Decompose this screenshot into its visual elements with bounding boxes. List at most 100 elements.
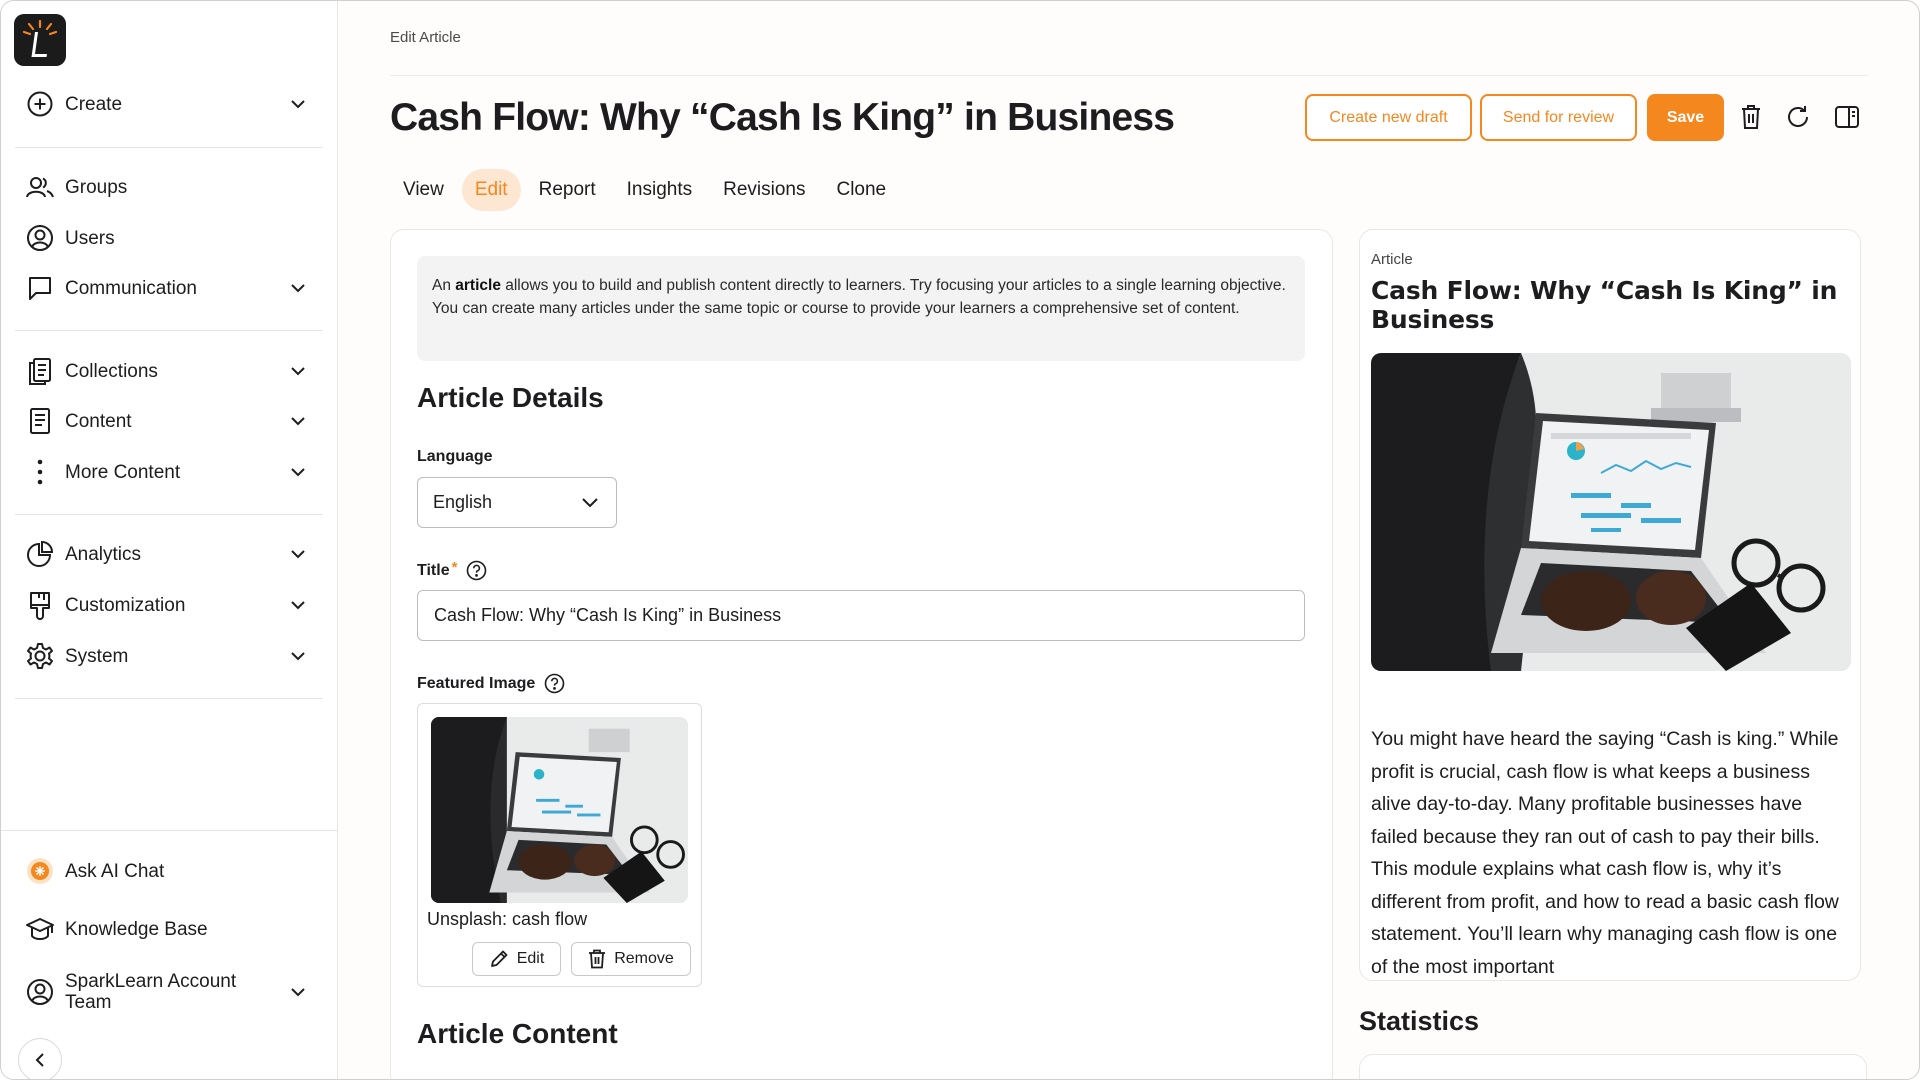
sidebar-divider: [15, 330, 323, 331]
chevron-down-icon: [287, 543, 309, 565]
language-select[interactable]: English: [417, 477, 617, 528]
article-content-heading: Article Content: [417, 1018, 618, 1049]
breadcrumb: Edit Article: [390, 29, 461, 46]
tab-clone[interactable]: Clone: [823, 169, 899, 211]
edit-image-button[interactable]: Edit: [472, 942, 561, 976]
sidebar-item-communication[interactable]: Communication: [15, 266, 319, 310]
sidebar-item-label: Analytics: [65, 543, 142, 565]
account-icon: [25, 977, 55, 1007]
featured-image-label-text: Featured Image: [417, 674, 536, 692]
sidebar-divider: [15, 147, 323, 148]
tab-edit[interactable]: Edit: [461, 169, 521, 211]
header-divider: [390, 75, 1868, 76]
language-select-value: English: [433, 492, 493, 512]
help-icon[interactable]: [544, 673, 565, 694]
preview-title: Cash Flow: Why “Cash Is King” in Busines…: [1371, 276, 1838, 334]
split-panel-icon: [1834, 105, 1860, 129]
sidebar-item-system[interactable]: System: [15, 634, 319, 678]
chevron-down-icon: [287, 981, 309, 1003]
sidebar-item-label: SparkLearn Account Team: [65, 971, 237, 1013]
chevron-down-icon: [287, 277, 309, 299]
user-icon: [25, 223, 55, 253]
sidebar-item-customization[interactable]: Customization: [15, 583, 319, 627]
remove-image-button[interactable]: Remove: [571, 942, 691, 976]
tab-revisions[interactable]: Revisions: [710, 169, 818, 211]
chevron-down-icon: [581, 497, 599, 508]
language-label-text: Language: [417, 448, 493, 465]
title-label-text: Title: [417, 561, 450, 579]
collapse-sidebar-button[interactable]: [18, 1038, 62, 1079]
sidebar-item-label: Create: [65, 93, 123, 115]
chevron-down-icon: [287, 645, 309, 667]
sidebar-item-label: Ask AI Chat: [65, 860, 165, 882]
article-info-notice: An article allows you to build and publi…: [417, 256, 1305, 361]
sidebar-item-analytics[interactable]: Analytics: [15, 532, 319, 576]
sidebar-divider: [1, 830, 338, 831]
article-details-heading: Article Details: [417, 382, 604, 413]
paint-brush-icon: [25, 590, 55, 620]
title-input[interactable]: [417, 590, 1305, 641]
info-text: An: [432, 277, 456, 294]
sidebar-divider: [15, 514, 323, 515]
preview-body-text: You might have heard the saying “Cash is…: [1371, 728, 1839, 978]
more-vertical-icon: [25, 457, 55, 487]
sidebar-item-more-content[interactable]: More Content: [15, 450, 319, 494]
sidebar-item-users[interactable]: Users: [15, 216, 319, 260]
sidebar-item-content[interactable]: Content: [15, 399, 319, 443]
plus-circle-icon: [25, 89, 55, 119]
required-indicator: *: [451, 559, 458, 576]
sidebar-item-label: Content: [65, 410, 132, 432]
featured-image-label: Featured Image: [417, 673, 565, 694]
sidebar-item-label: Users: [65, 227, 115, 249]
chevron-down-icon: [287, 410, 309, 432]
pencil-icon: [489, 949, 517, 969]
sidebar-item-create[interactable]: Create: [15, 82, 319, 126]
chat-bubble-icon: [25, 273, 55, 303]
sidebar-item-account-team[interactable]: SparkLearn Account Team: [15, 968, 319, 1016]
article-tabs: View Edit Report Insights Revisions Clon…: [390, 169, 904, 211]
sidebar-item-label: Groups: [65, 176, 128, 198]
save-button[interactable]: Save: [1647, 94, 1724, 141]
help-icon[interactable]: [466, 560, 487, 581]
sidebar-divider: [15, 698, 323, 699]
collections-icon: [25, 356, 55, 386]
sidebar-item-knowledge-base[interactable]: Knowledge Base: [15, 907, 319, 951]
sidebar: Create Groups Users Communication Collec…: [1, 1, 338, 1079]
refresh-icon: [1785, 104, 1811, 130]
chevron-left-icon: [35, 1052, 45, 1068]
refresh-button[interactable]: [1781, 100, 1815, 134]
preview-type-label: Article: [1371, 251, 1413, 268]
tab-view[interactable]: View: [390, 169, 457, 211]
statistics-heading: Statistics: [1359, 1006, 1480, 1036]
tab-report[interactable]: Report: [526, 169, 609, 211]
sidebar-item-groups[interactable]: Groups: [15, 165, 319, 209]
toggle-preview-panel-button[interactable]: [1830, 100, 1864, 134]
statistics-card: [1359, 1054, 1867, 1079]
tab-insights[interactable]: Insights: [614, 169, 705, 211]
sidebar-item-label: Communication: [65, 277, 197, 299]
app-window: Create Groups Users Communication Collec…: [0, 0, 1920, 1080]
chevron-down-icon: [287, 360, 309, 382]
app-logo[interactable]: [14, 14, 66, 66]
preview-featured-image: [1371, 353, 1851, 671]
sidebar-item-collections[interactable]: Collections: [15, 349, 319, 393]
trash-icon: [588, 949, 614, 969]
send-for-review-button[interactable]: Send for review: [1480, 94, 1637, 141]
chevron-down-icon: [287, 93, 309, 115]
graduation-cap-icon: [25, 914, 55, 944]
featured-image-thumbnail[interactable]: [431, 717, 688, 903]
remove-image-label: Remove: [614, 950, 674, 967]
edit-image-label: Edit: [516, 950, 545, 967]
ai-chat-icon: [25, 856, 55, 886]
sidebar-item-label: More Content: [65, 461, 181, 483]
delete-button[interactable]: [1734, 100, 1768, 134]
create-new-draft-button[interactable]: Create new draft: [1305, 94, 1472, 141]
sidebar-item-label: Knowledge Base: [65, 918, 208, 940]
article-preview-card: Article Cash Flow: Why “Cash Is King” in…: [1359, 229, 1861, 981]
info-text: allows you to build and publish content …: [432, 277, 1286, 317]
title-label: Title *: [417, 559, 487, 581]
sidebar-item-ask-ai-chat[interactable]: Ask AI Chat: [15, 849, 319, 893]
info-text-emphasis: article: [455, 277, 501, 294]
featured-image-card: Unsplash: cash flow Edit Remove: [417, 703, 702, 987]
pie-chart-icon: [25, 539, 55, 569]
